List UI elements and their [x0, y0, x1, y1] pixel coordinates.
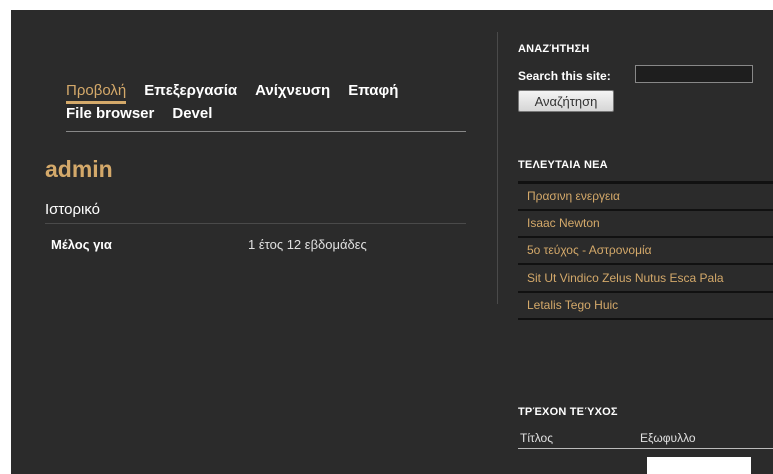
page-title: admin: [45, 156, 113, 182]
tab-file-browser[interactable]: File browser: [66, 104, 154, 123]
search-input[interactable]: [635, 65, 753, 83]
tab-row-1: Προβολή Επεξεργασία Ανίχνευση Επαφή: [66, 81, 466, 104]
history-heading: Ιστορικό: [45, 201, 466, 224]
tab-contact[interactable]: Επαφή: [348, 81, 398, 104]
member-for-row: Μέλος για 1 έτος 12 εβδομάδες: [51, 237, 466, 252]
primary-tabs: Προβολή Επεξεργασία Ανίχνευση Επαφή File…: [66, 81, 466, 123]
latest-news-title: ΤΕΛΕΥΤΑΙΑ ΝΕΑ: [518, 159, 608, 171]
tab-track[interactable]: Ανίχνευση: [255, 81, 330, 104]
tab-view[interactable]: Προβολή: [66, 81, 127, 104]
column-divider: [497, 32, 498, 304]
news-item[interactable]: 5ο τεύχος - Αστρονομία: [518, 238, 773, 265]
issue-table-header: Τίτλος Εξωφυλλο: [518, 431, 773, 449]
member-for-value: 1 έτος 12 εβδομάδες: [248, 237, 367, 252]
page: Προβολή Επεξεργασία Ανίχνευση Επαφή File…: [11, 10, 773, 474]
news-item[interactable]: Sit Ut Vindico Zelus Nutus Esca Pala: [518, 265, 773, 293]
issue-col-cover: Εξωφυλλο: [640, 431, 696, 445]
search-label: Search this site:: [518, 69, 611, 83]
issue-cover-image[interactable]: [647, 457, 751, 474]
member-for-label: Μέλος για: [51, 237, 112, 252]
search-block-title: ΑΝΑΖΉΤΗΣΗ: [518, 43, 590, 55]
tab-row-2: File browser Devel: [66, 104, 466, 123]
tab-devel[interactable]: Devel: [172, 104, 212, 123]
tab-edit[interactable]: Επεξεργασία: [144, 81, 237, 104]
news-item[interactable]: Isaac Newton: [518, 211, 773, 238]
search-button[interactable]: Αναζήτηση: [518, 90, 614, 112]
news-item[interactable]: Πρασινη ενεργεια: [518, 184, 773, 211]
news-item[interactable]: Letalis Tego Huic: [518, 293, 773, 320]
tabs-divider: [66, 131, 466, 132]
issue-col-title: Τίτλος: [520, 431, 554, 445]
current-issue-title: ΤΡΈΧΟΝ ΤΕΎΧΟΣ: [518, 406, 618, 418]
latest-news-list: Πρασινη ενεργεια Isaac Newton 5ο τεύχος …: [518, 181, 773, 320]
